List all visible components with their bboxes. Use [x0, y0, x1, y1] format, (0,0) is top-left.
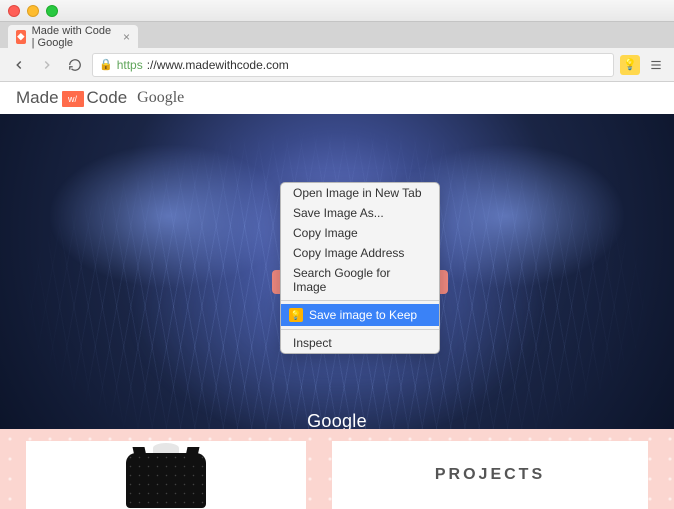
ctx-inspect[interactable]: Inspect	[281, 333, 439, 353]
ctx-copy-image[interactable]: Copy Image	[281, 223, 439, 243]
ctx-save-image-as[interactable]: Save Image As...	[281, 203, 439, 223]
window-close-button[interactable]	[8, 5, 20, 17]
browser-tab[interactable]: ◆ Made with Code | Google ×	[8, 25, 138, 48]
project-card-heading[interactable]: PROJECTS	[332, 441, 648, 509]
google-wordmark: Google	[137, 89, 184, 107]
browser-toolbar: 🔒 https ://www.madewithcode.com 💡	[0, 48, 674, 82]
window-titlebar	[0, 0, 674, 22]
chrome-menu-icon[interactable]	[646, 58, 666, 72]
projects-section: PROJECTS	[0, 429, 674, 509]
logo-code: Code	[87, 88, 128, 107]
context-separator	[281, 300, 439, 301]
tab-close-icon[interactable]: ×	[123, 30, 130, 44]
logo-w-box: w/	[62, 91, 84, 107]
forward-button[interactable]	[36, 54, 58, 76]
page-viewport: Madew/Code Google Ma de Google PROJECTS …	[0, 82, 674, 509]
favicon-icon: ◆	[16, 30, 26, 44]
address-bar[interactable]: 🔒 https ://www.madewithcode.com	[92, 53, 614, 77]
site-logo[interactable]: Madew/Code	[16, 88, 127, 108]
url-scheme: https	[117, 58, 143, 72]
keep-extension-icon[interactable]: 💡	[620, 55, 640, 75]
window-maximize-button[interactable]	[46, 5, 58, 17]
project-card-dress[interactable]	[26, 441, 306, 509]
lock-icon: 🔒	[99, 58, 113, 71]
back-button[interactable]	[8, 54, 30, 76]
window-minimize-button[interactable]	[27, 5, 39, 17]
ctx-save-to-keep[interactable]: 💡 Save image to Keep	[281, 304, 439, 326]
ctx-search-google-image[interactable]: Search Google for Image	[281, 263, 439, 297]
keep-icon: 💡	[289, 308, 303, 322]
url-rest: ://www.madewithcode.com	[147, 58, 289, 72]
context-menu: Open Image in New Tab Save Image As... C…	[280, 182, 440, 354]
reload-button[interactable]	[64, 54, 86, 76]
tab-strip: ◆ Made with Code | Google ×	[0, 22, 674, 48]
site-header: Madew/Code Google	[0, 82, 674, 114]
ctx-open-new-tab[interactable]: Open Image in New Tab	[281, 183, 439, 203]
ctx-copy-image-address[interactable]: Copy Image Address	[281, 243, 439, 263]
tab-title: Made with Code | Google	[32, 25, 117, 49]
logo-made: Made	[16, 88, 59, 107]
projects-heading: PROJECTS	[435, 466, 545, 484]
ctx-save-to-keep-label: Save image to Keep	[309, 308, 417, 322]
context-separator-2	[281, 329, 439, 330]
dress-image	[106, 441, 226, 509]
